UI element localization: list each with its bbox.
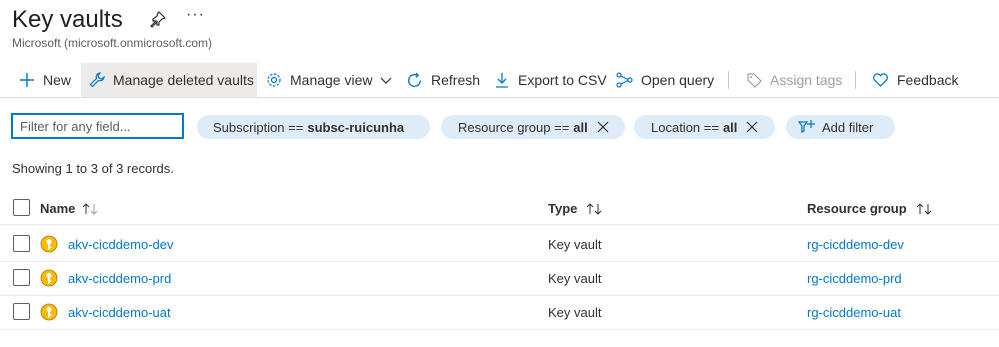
- export-csv-label: Export to CSV: [518, 72, 607, 88]
- refresh-icon: [407, 72, 422, 87]
- plus-icon: [20, 73, 34, 87]
- sort-icon: [587, 202, 602, 215]
- manage-view-label: Manage view: [290, 72, 373, 88]
- row-checkbox[interactable]: [13, 303, 30, 320]
- download-icon: [496, 73, 508, 88]
- location-filter-value: all: [722, 119, 738, 135]
- add-filter-icon: [798, 120, 815, 133]
- column-header-name[interactable]: Name: [40, 201, 99, 216]
- column-header-type[interactable]: Type: [548, 201, 603, 216]
- heart-icon: [873, 73, 888, 87]
- records-count: Showing 1 to 3 of 3 records.: [12, 161, 174, 176]
- manage-deleted-label: Manage deleted vaults: [113, 72, 254, 88]
- page-subtitle: Microsoft (microsoft.onmicrosoft.com): [12, 36, 213, 50]
- sort-icon: [916, 202, 932, 215]
- add-filter-label: Add filter: [822, 119, 874, 135]
- row-checkbox[interactable]: [13, 269, 30, 286]
- row-resource-group-link[interactable]: rg-cicddemo-dev: [807, 237, 904, 252]
- command-bar: New Manage deleted vaults Manage view Re…: [0, 63, 999, 98]
- key-vault-icon: [40, 235, 58, 253]
- export-csv-button[interactable]: Export to CSV: [494, 63, 607, 97]
- table-row[interactable]: akv-cicddemo-uat Key vault rg-cicddemo-u…: [0, 295, 999, 330]
- feedback-button[interactable]: Feedback: [872, 63, 958, 97]
- key-vault-icon: [40, 269, 58, 287]
- query-icon: [616, 72, 633, 88]
- manage-deleted-vaults-button[interactable]: Manage deleted vaults: [81, 63, 257, 97]
- column-type-label: Type: [548, 201, 578, 216]
- toolbar-divider: [855, 71, 856, 89]
- refresh-button[interactable]: Refresh: [406, 63, 480, 97]
- resource-group-filter-value: all: [573, 119, 588, 135]
- row-resource-group-link[interactable]: rg-cicddemo-uat: [807, 305, 901, 320]
- more-options-button[interactable]: ···: [186, 6, 205, 24]
- open-query-label: Open query: [641, 72, 715, 88]
- feedback-label: Feedback: [897, 72, 959, 88]
- add-filter-button[interactable]: Add filter: [786, 115, 895, 139]
- table-row[interactable]: akv-cicddemo-dev Key vault rg-cicddemo-d…: [0, 227, 999, 262]
- row-checkbox[interactable]: [13, 235, 30, 252]
- new-button[interactable]: New: [19, 63, 71, 97]
- gear-icon: [267, 73, 281, 87]
- page-title: Key vaults: [12, 6, 123, 33]
- subscription-filter-value: subsc-ruicunha: [307, 119, 405, 135]
- row-name-link[interactable]: akv-cicddemo-prd: [68, 271, 171, 286]
- resource-group-filter-label: Resource group ==: [458, 119, 570, 135]
- refresh-label: Refresh: [431, 72, 481, 88]
- select-all-checkbox[interactable]: [13, 199, 30, 216]
- column-name-label: Name: [40, 201, 76, 216]
- wrench-icon: [89, 72, 105, 88]
- row-name-link[interactable]: akv-cicddemo-uat: [68, 305, 171, 320]
- row-resource-group-link[interactable]: rg-cicddemo-prd: [807, 271, 902, 286]
- filter-input[interactable]: [11, 113, 184, 139]
- assign-tags-button[interactable]: Assign tags: [746, 63, 842, 97]
- row-type: Key vault: [548, 237, 602, 252]
- column-resource-group-label: Resource group: [807, 201, 907, 216]
- assign-tags-label: Assign tags: [770, 72, 843, 88]
- subscription-filter-pill[interactable]: Subscription == subsc-ruicunha: [197, 115, 430, 139]
- close-icon[interactable]: [597, 121, 609, 133]
- table-row[interactable]: akv-cicddemo-prd Key vault rg-cicddemo-p…: [0, 261, 999, 296]
- pin-icon[interactable]: [149, 10, 167, 28]
- subscription-filter-label: Subscription ==: [213, 119, 304, 135]
- manage-view-button[interactable]: Manage view: [266, 63, 393, 97]
- resource-group-filter-pill[interactable]: Resource group == all: [441, 115, 625, 139]
- new-label: New: [43, 72, 72, 88]
- open-query-button[interactable]: Open query: [616, 63, 714, 97]
- row-type: Key vault: [548, 305, 602, 320]
- toolbar-divider: [728, 71, 729, 89]
- row-type: Key vault: [548, 271, 602, 286]
- table-header: Name Type Resource group: [0, 194, 999, 225]
- location-filter-pill[interactable]: Location == all: [634, 115, 775, 139]
- row-name-link[interactable]: akv-cicddemo-dev: [68, 237, 174, 252]
- tag-icon: [747, 73, 762, 88]
- key-vault-icon: [40, 303, 58, 321]
- close-icon[interactable]: [746, 121, 758, 133]
- location-filter-label: Location ==: [651, 119, 719, 135]
- sort-icon: [83, 202, 98, 215]
- chevron-down-icon: [380, 77, 391, 84]
- column-header-resource-group[interactable]: Resource group: [807, 201, 933, 216]
